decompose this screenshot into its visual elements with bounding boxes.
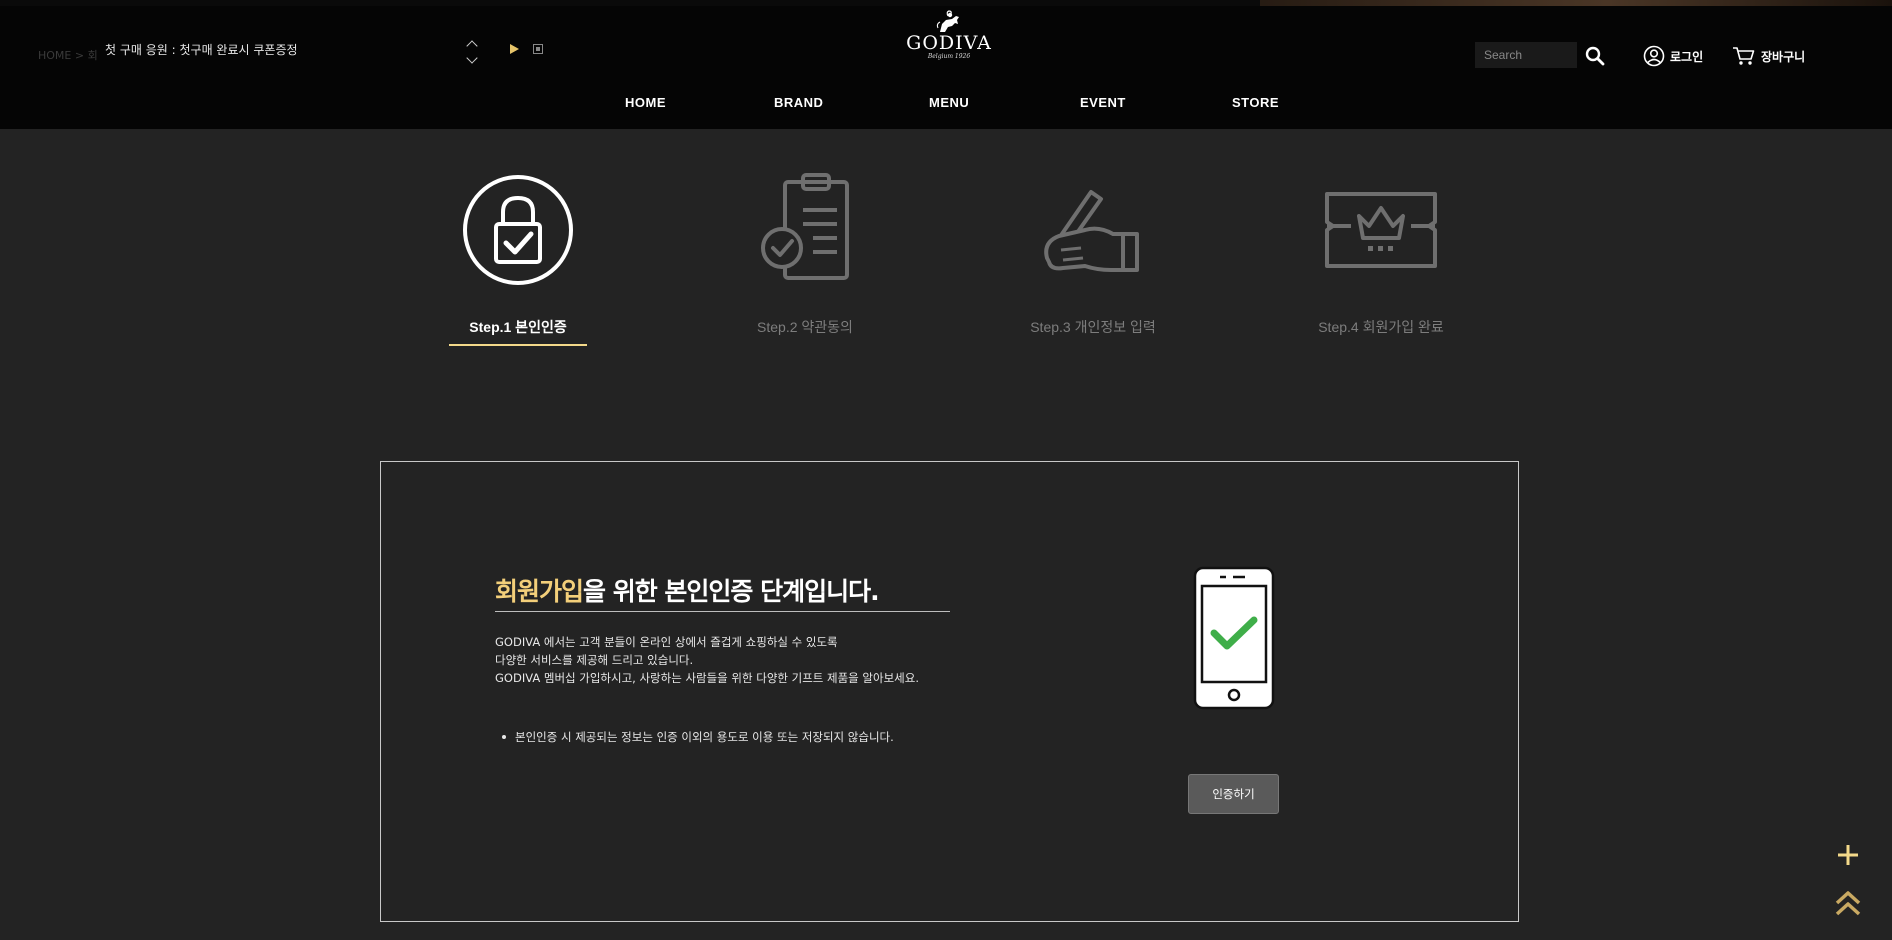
- active-step-underline: [449, 344, 587, 346]
- horse-rider-emblem-icon: [936, 10, 959, 32]
- nav-item-home[interactable]: HOME: [625, 95, 666, 110]
- panel-title-highlight: 회원가입: [495, 577, 584, 606]
- breadcrumb-ghost: HOME > 회: [38, 49, 98, 62]
- godiva-logo[interactable]: GODIVA Belgium 1926: [904, 10, 994, 68]
- logo-subtitle: Belgium 1926: [927, 53, 971, 60]
- crown-ticket-icon: [1325, 192, 1437, 268]
- notice-scroll-arrows[interactable]: [464, 36, 480, 64]
- verification-panel: 회원가입을 위한 본인인증 단계입니다. GODIVA 에서는 고객 분들이 온…: [380, 461, 1519, 922]
- cart-link[interactable]: 장바구니: [1732, 45, 1805, 67]
- panel-title-rest: 을 위한 본인인증 단계입니다.: [583, 577, 880, 606]
- header-banner-strip-dark: [0, 0, 1260, 6]
- hand-pen-icon: [1044, 190, 1139, 272]
- login-link[interactable]: 로그인: [1643, 45, 1703, 67]
- step-1-label: Step.1 본인인증: [469, 319, 567, 335]
- step-2-label: Step.2 약관동의: [757, 319, 853, 335]
- cart-icon: [1733, 47, 1755, 65]
- panel-divider: [495, 611, 950, 612]
- step-4-label: Step.4 회원가입 완료: [1318, 319, 1444, 335]
- privacy-note: 본인인증 시 제공되는 정보는 인증 이외의 용도로 이용 또는 저장되지 않습…: [495, 729, 894, 745]
- main-nav: HOME BRAND MENU EVENT STORE: [0, 95, 1892, 115]
- nav-item-brand[interactable]: BRAND: [774, 95, 823, 110]
- plus-icon[interactable]: [1836, 843, 1860, 867]
- login-label: 로그인: [1670, 49, 1704, 64]
- step-1: Step.1 본인인증: [418, 170, 618, 337]
- play-icon[interactable]: [510, 44, 519, 54]
- phone-check-icon: [1193, 566, 1275, 710]
- user-circle-icon: [1643, 45, 1665, 67]
- nav-item-event[interactable]: EVENT: [1080, 95, 1126, 110]
- site-header: HOME > 회 첫 구매 응원 : 첫구매 완료시 쿠폰증정 GODIVA B…: [0, 0, 1892, 129]
- search-input[interactable]: [1475, 42, 1577, 68]
- chevron-up-icon[interactable]: [466, 40, 478, 52]
- chevron-down-icon[interactable]: [466, 52, 478, 64]
- step-3: Step.3 개인정보 입력: [993, 170, 1193, 337]
- lock-check-icon: [463, 175, 573, 285]
- stop-icon[interactable]: [533, 44, 543, 54]
- description-line: GODIVA 에서는 고객 분들이 온라인 상에서 즐겁게 쇼핑하실 수 있도록: [495, 635, 838, 649]
- clipboard-check-icon: [761, 173, 849, 280]
- search-icon[interactable]: [1585, 46, 1605, 66]
- description-line: GODIVA 멤버십 가입하시고, 사랑하는 사람들을 위한 다양한 기프트 제…: [495, 671, 919, 685]
- nav-item-menu[interactable]: MENU: [929, 95, 969, 110]
- description-line: 다양한 서비스를 제공해 드리고 있습니다.: [495, 653, 694, 667]
- nav-item-store[interactable]: STORE: [1232, 95, 1279, 110]
- panel-title: 회원가입을 위한 본인인증 단계입니다.: [495, 572, 880, 608]
- step-2: Step.2 약관동의: [705, 170, 905, 337]
- cart-label: 장바구니: [1761, 49, 1806, 64]
- logo-wordmark: GODIVA: [906, 32, 992, 54]
- step-4: Step.4 회원가입 완료: [1281, 170, 1481, 337]
- verify-identity-button[interactable]: 인증하기: [1188, 774, 1279, 814]
- panel-description: GODIVA 에서는 고객 분들이 온라인 상에서 즐겁게 쇼핑하실 수 있도록…: [495, 633, 919, 687]
- notice-ticker-text[interactable]: 첫 구매 응원 : 첫구매 완료시 쿠폰증정: [105, 41, 298, 58]
- double-chevron-up-icon[interactable]: [1834, 889, 1862, 917]
- step-3-label: Step.3 개인정보 입력: [1030, 319, 1156, 335]
